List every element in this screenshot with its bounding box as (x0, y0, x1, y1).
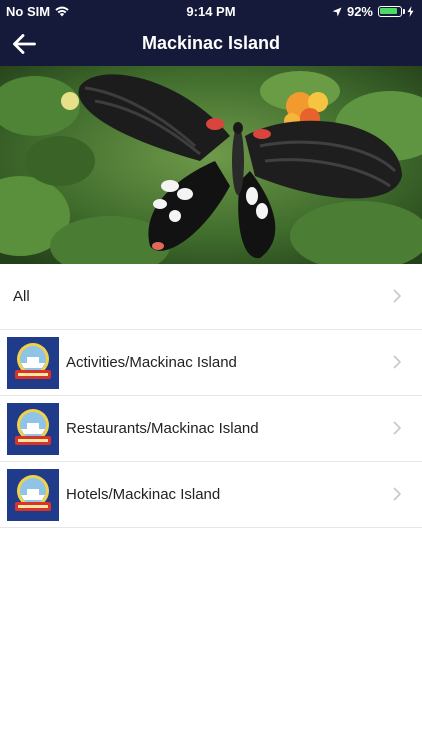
app-screen: No SIM 9:14 PM 92% Mackinac Island All A… (0, 0, 422, 750)
list-item-label: Activities/Mackinac Island (66, 354, 237, 371)
butterfly-photo (0, 66, 422, 264)
page-title: Mackinac Island (141, 33, 281, 53)
battery-icon (378, 6, 405, 17)
top-bar: No SIM 9:14 PM 92% Mackinac Island (0, 0, 422, 66)
arrow-left-icon (13, 34, 36, 54)
shepler-logo-icon (7, 336, 59, 389)
list-item-label: All (13, 288, 30, 305)
hero-image (0, 66, 422, 264)
list-item-activities[interactable]: Activities/Mackinac Island (0, 330, 422, 396)
list-item-label: Hotels/Mackinac Island (66, 486, 221, 503)
list-item-hotels[interactable]: Hotels/Mackinac Island (0, 462, 422, 528)
chevron-right-icon (393, 355, 402, 369)
shepler-logo-icon (7, 402, 59, 455)
navigation-bar: Mackinac Island (0, 22, 422, 66)
list-item-label: Restaurants/Mackinac Island (66, 420, 259, 437)
charging-bolt-icon (407, 6, 414, 17)
location-arrow-icon (332, 7, 342, 16)
status-bar: No SIM 9:14 PM 92% (0, 0, 422, 22)
shepler-logo-icon (7, 468, 59, 521)
back-button[interactable] (10, 31, 38, 57)
status-right-group: 92% (332, 4, 414, 19)
chevron-right-icon (393, 487, 402, 501)
battery-fill (380, 8, 398, 14)
category-list: All Activities/Mackinac Island Restauran… (0, 264, 422, 528)
list-item-all[interactable]: All (0, 264, 422, 330)
chevron-right-icon (393, 421, 402, 435)
list-item-restaurants[interactable]: Restaurants/Mackinac Island (0, 396, 422, 462)
battery-percent: 92% (346, 4, 373, 19)
chevron-right-icon (393, 289, 402, 303)
